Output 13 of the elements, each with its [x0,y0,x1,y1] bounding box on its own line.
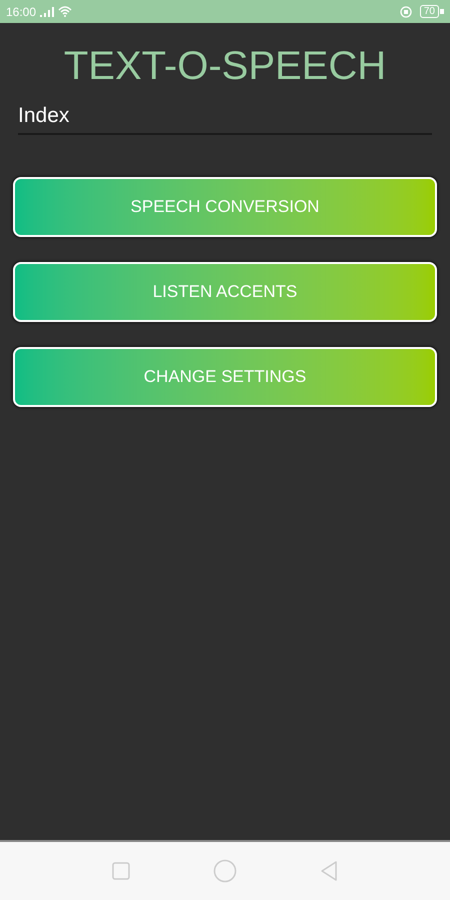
menu-button[interactable]: LISTEN ACCENTS [13,262,437,322]
menu-button[interactable]: SPEECH CONVERSION [13,177,437,237]
wifi-icon [58,6,72,17]
battery-level: 70 [420,5,439,18]
app-title: TEXT-O-SPEECH [62,43,388,89]
signal-icon [40,6,54,16]
square-icon[interactable] [111,861,131,881]
status-time: 16:00 [6,4,36,20]
back-icon[interactable] [319,860,339,882]
alarm-icon [400,6,412,18]
menu-button[interactable]: CHANGE SETTINGS [13,347,437,407]
input-field[interactable]: Index [18,101,432,135]
circle-icon[interactable] [213,859,237,883]
